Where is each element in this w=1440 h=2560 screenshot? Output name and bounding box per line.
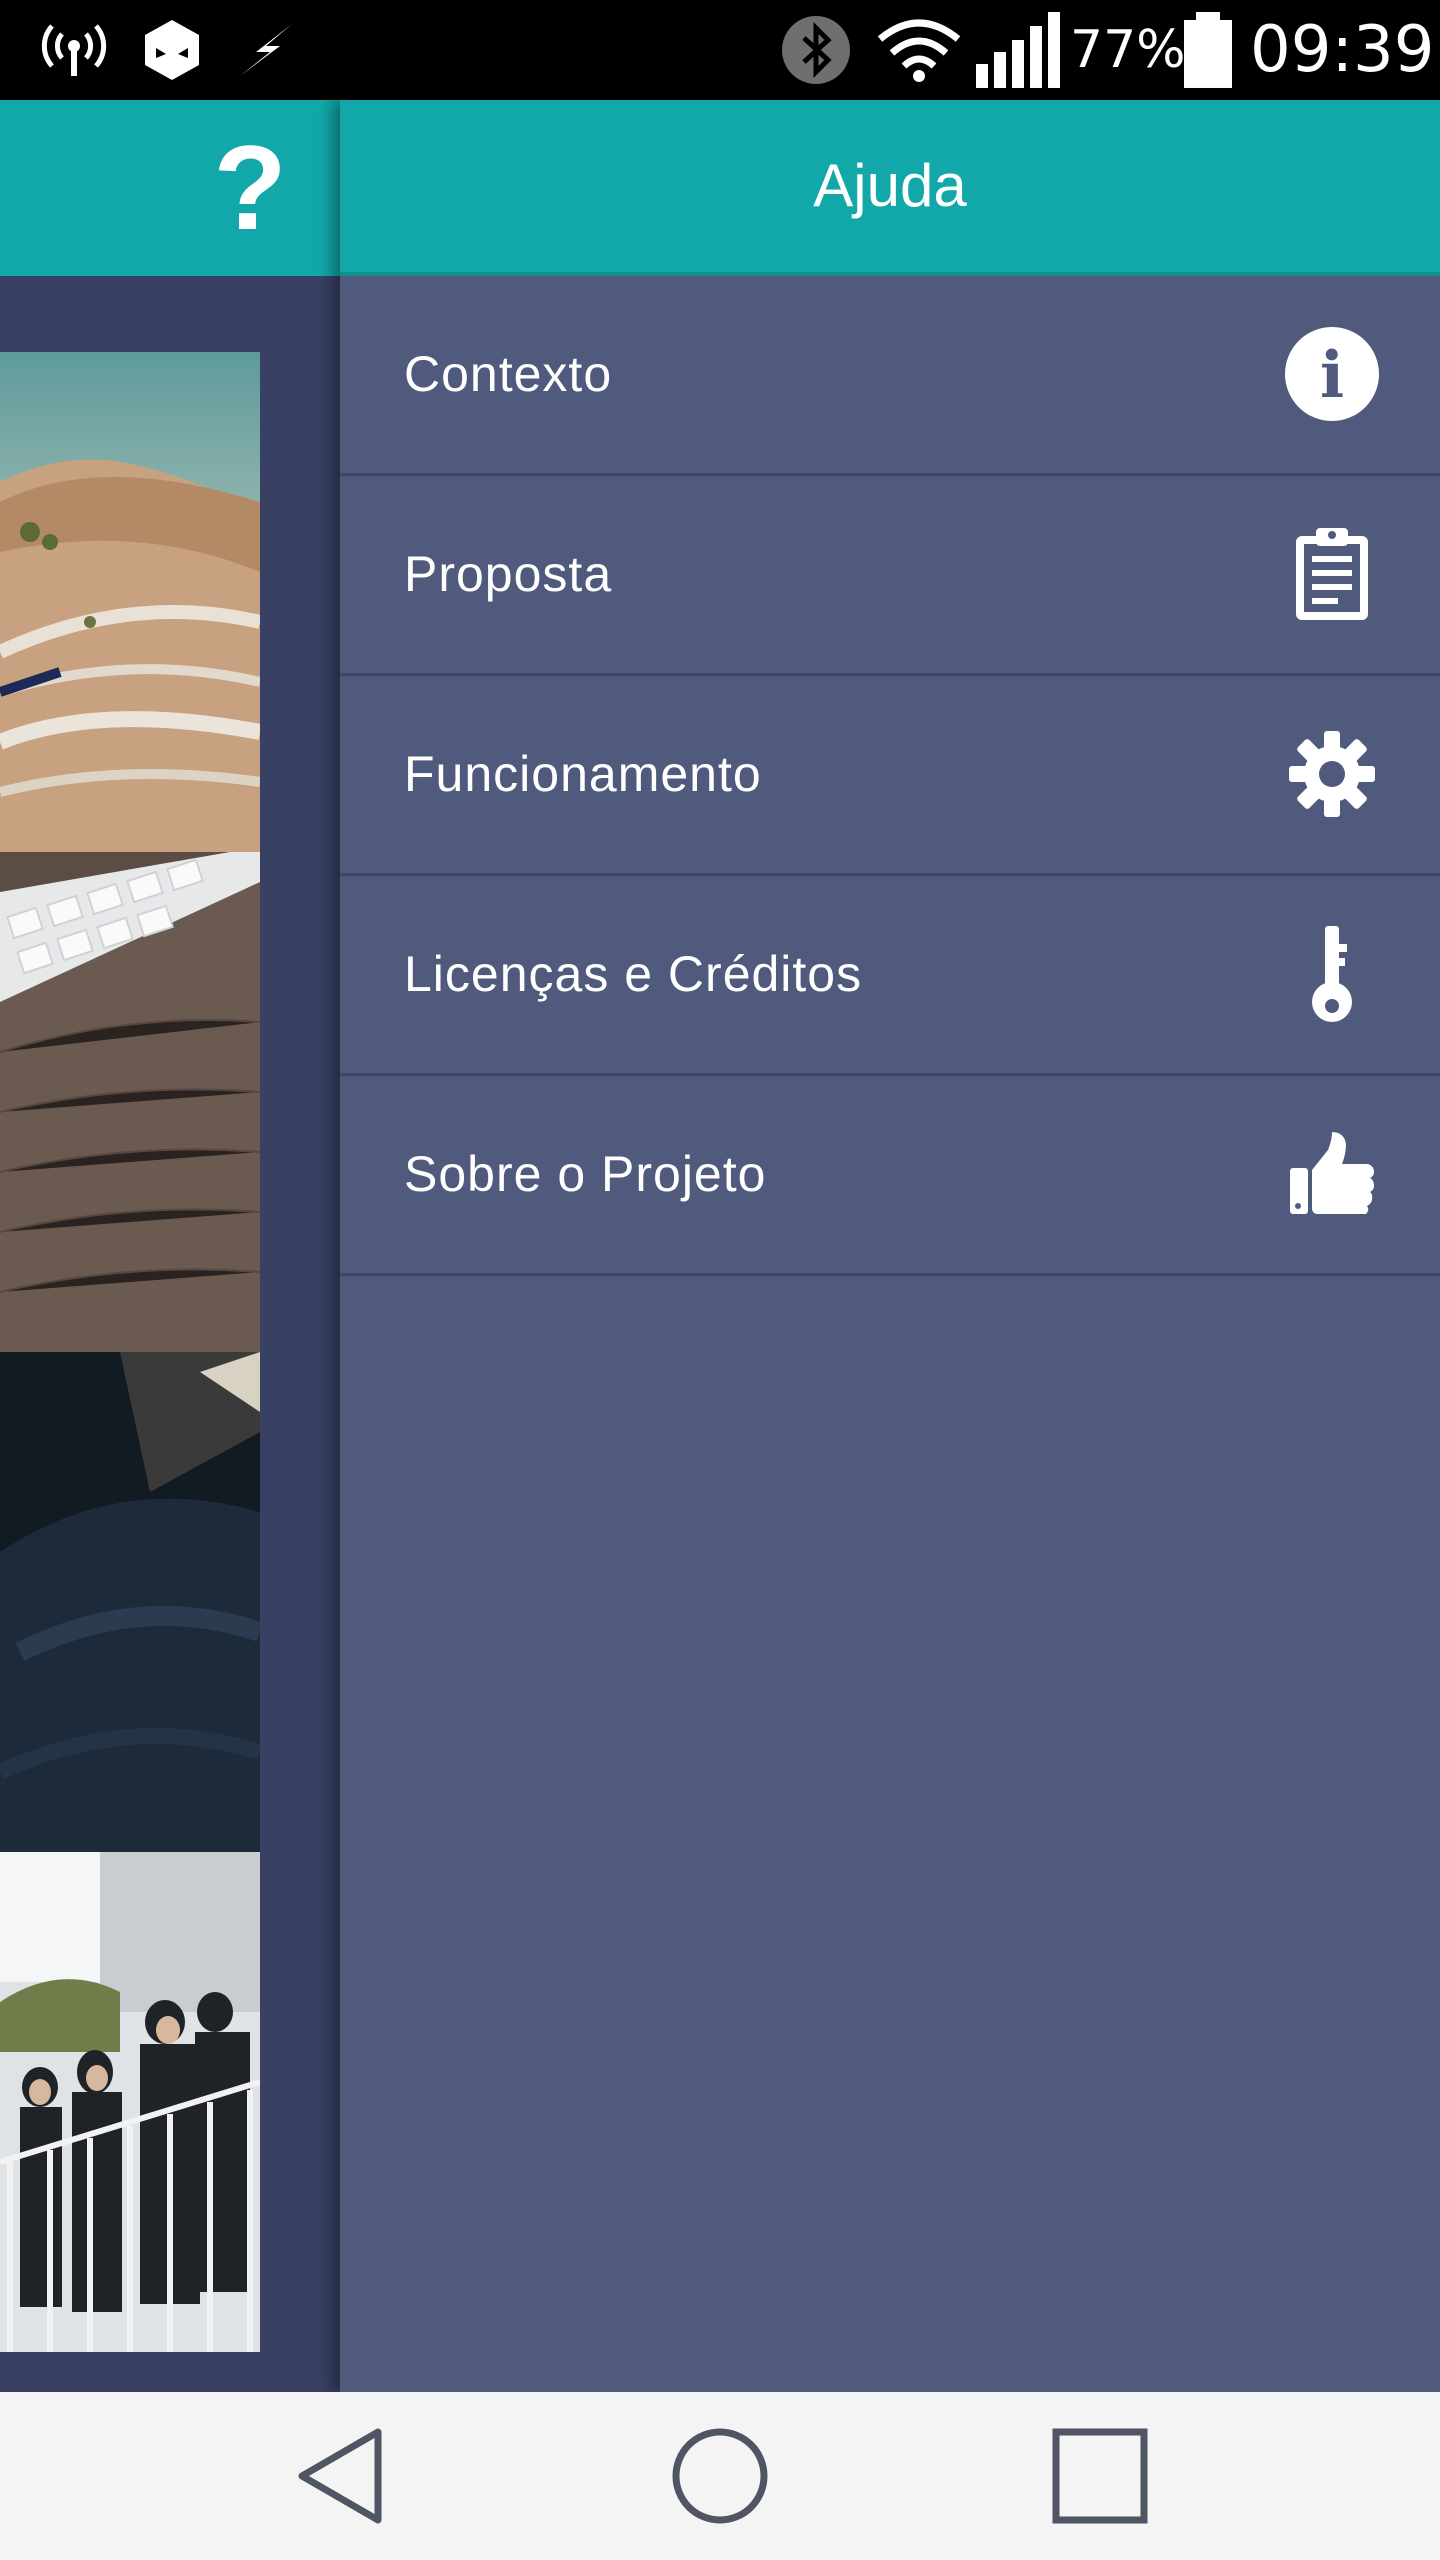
menu-item-licencas-creditos[interactable]: Licenças e Créditos bbox=[340, 876, 1440, 1076]
menu-item-label: Contexto bbox=[404, 346, 613, 402]
info-icon: i bbox=[1282, 324, 1382, 424]
drawer-menu: Contexto i Proposta Funcionamento Licenç… bbox=[340, 276, 1440, 1276]
background-header: ? bbox=[0, 100, 340, 276]
students-group-photo[interactable] bbox=[0, 1852, 260, 2352]
menu-item-label: Sobre o Projeto bbox=[404, 1146, 767, 1202]
dark-photo[interactable] bbox=[0, 1352, 260, 1852]
clipboard-icon bbox=[1282, 524, 1382, 624]
menu-item-contexto[interactable]: Contexto i bbox=[340, 276, 1440, 476]
screen: 77% 09:39 ? Ajuda Contexto i Proposta Fu… bbox=[0, 0, 1440, 2560]
menu-item-funcionamento[interactable]: Funcionamento bbox=[340, 676, 1440, 876]
bluetooth-icon bbox=[778, 0, 854, 100]
battery-icon bbox=[1180, 0, 1236, 100]
drawer-header: Ajuda bbox=[340, 100, 1440, 276]
home-icon[interactable] bbox=[660, 2416, 780, 2536]
wireless-hotspot-icon bbox=[38, 0, 110, 100]
menu-item-sobre-projeto[interactable]: Sobre o Projeto bbox=[340, 1076, 1440, 1276]
thumbs-up-icon bbox=[1282, 1124, 1382, 1224]
charging-bolt-icon bbox=[234, 0, 298, 100]
clock: 09:39 bbox=[1250, 13, 1435, 87]
app-notification-icon bbox=[140, 0, 204, 100]
back-icon[interactable] bbox=[280, 2416, 400, 2536]
key-icon bbox=[1282, 924, 1382, 1024]
status-bar: 77% 09:39 bbox=[0, 0, 1440, 100]
landscape-highway-photo[interactable] bbox=[0, 352, 260, 852]
menu-item-proposta[interactable]: Proposta bbox=[340, 476, 1440, 676]
cellular-signal-icon bbox=[976, 0, 1060, 100]
battery-percent: 77% bbox=[1070, 20, 1186, 80]
wifi-icon bbox=[876, 0, 962, 100]
menu-item-label: Funcionamento bbox=[404, 746, 762, 802]
menu-item-label: Proposta bbox=[404, 546, 613, 602]
help-icon[interactable]: ? bbox=[205, 120, 295, 256]
recents-icon[interactable] bbox=[1040, 2416, 1160, 2536]
keyboard-desk-photo[interactable] bbox=[0, 852, 260, 1352]
navigation-bar bbox=[0, 2392, 1440, 2560]
background-content: ? bbox=[0, 100, 340, 2392]
drawer-title: Ajuda bbox=[813, 152, 967, 219]
gear-icon bbox=[1282, 724, 1382, 824]
svg-text:i: i bbox=[1320, 338, 1344, 413]
menu-item-label: Licenças e Créditos bbox=[404, 946, 863, 1002]
help-drawer: Ajuda Contexto i Proposta Funcionamento … bbox=[340, 100, 1440, 2392]
